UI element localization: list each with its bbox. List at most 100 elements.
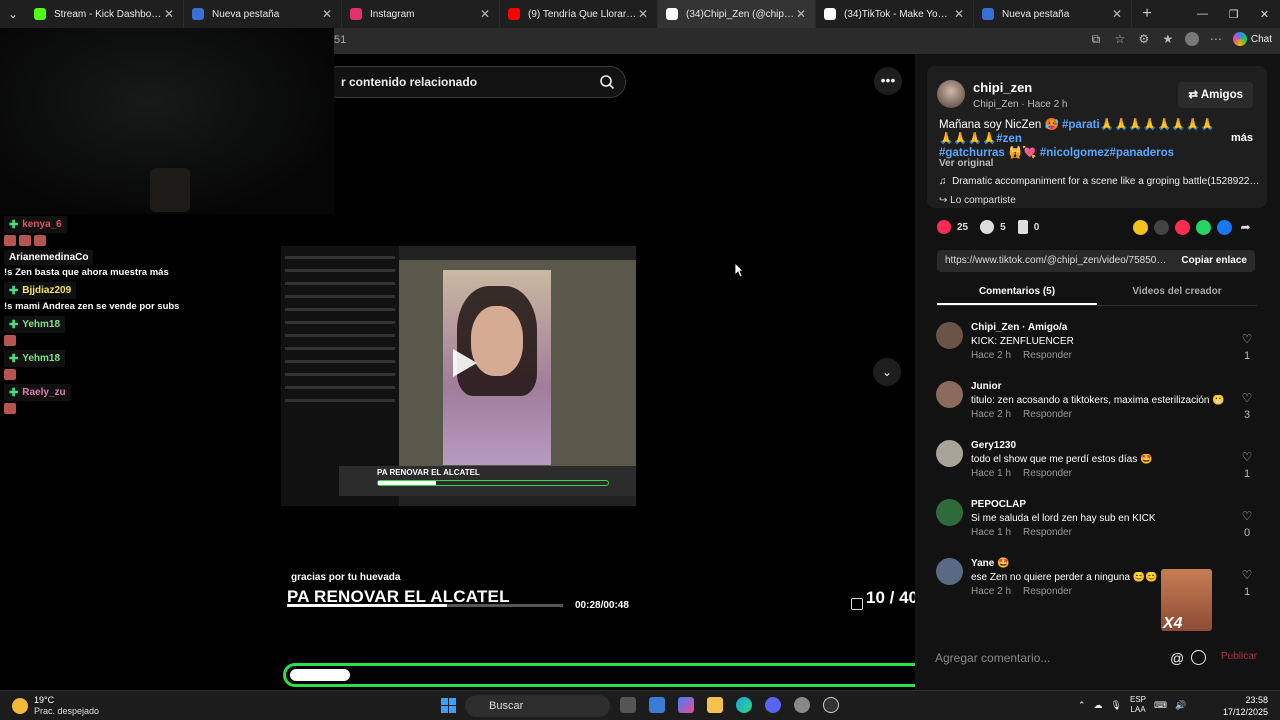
close-tab-icon[interactable]: ✕ xyxy=(321,7,333,21)
mention-icon[interactable]: @ xyxy=(1170,650,1184,666)
like-stat[interactable]: 25 xyxy=(937,220,968,234)
weather-widget[interactable]: 19°C Prac. despejado xyxy=(12,695,99,717)
address-text[interactable]: 51 xyxy=(334,34,346,46)
embed-icon[interactable] xyxy=(1154,220,1169,235)
windows-start-icon[interactable] xyxy=(441,698,456,713)
tab-title[interactable]: (34)Chipi_Zen (@chipi_zen) | TikTok xyxy=(686,9,795,20)
close-tab-icon[interactable]: ✕ xyxy=(1111,7,1123,21)
browser-tab[interactable]: Nueva pestaña ✕ xyxy=(974,0,1132,28)
favorites-icon[interactable]: ★ xyxy=(1161,32,1175,46)
comment-like-icon[interactable]: ♡ xyxy=(1240,568,1254,582)
comment-stat[interactable]: 5 xyxy=(980,220,1006,234)
chat-username-tag[interactable]: ✚ kenya_6 xyxy=(4,216,67,233)
more-text-link[interactable]: más xyxy=(1231,132,1253,144)
play-icon[interactable] xyxy=(443,344,481,382)
heart-icon[interactable] xyxy=(937,220,951,234)
whatsapp-icon[interactable] xyxy=(1196,220,1211,235)
comment-like-icon[interactable]: ♡ xyxy=(1240,332,1254,346)
gift-icon[interactable] xyxy=(1133,220,1148,235)
next-video-button[interactable]: ⌄ xyxy=(873,358,901,386)
tab-comments[interactable]: Comentarios (5) xyxy=(937,282,1097,305)
discord-icon[interactable] xyxy=(765,697,781,713)
more-menu-icon[interactable]: ⋯ xyxy=(1209,32,1223,46)
new-tab-button[interactable]: + xyxy=(1132,5,1162,23)
chat-username-tag[interactable]: ArianemedinaCo xyxy=(4,250,94,265)
publish-button[interactable]: Publicar xyxy=(1221,651,1257,662)
chat-username[interactable]: Yehm18 xyxy=(22,319,60,330)
commenter-avatar[interactable] xyxy=(936,499,963,526)
chat-username[interactable]: ArianemedinaCo xyxy=(9,252,88,263)
chat-username[interactable]: kenya_6 xyxy=(22,219,61,230)
close-tab-icon[interactable]: ✕ xyxy=(479,7,491,21)
share-link-text[interactable]: https://www.tiktok.com/@chipi_zen/video/… xyxy=(945,255,1167,266)
chat-username[interactable]: Bjjdiaz209 xyxy=(22,285,71,296)
more-options-button[interactable]: ••• xyxy=(874,67,902,95)
volume-icon[interactable] xyxy=(851,598,863,610)
close-tab-icon[interactable]: ✕ xyxy=(953,7,965,21)
taskbar-search[interactable]: Buscar xyxy=(465,695,610,717)
settings-icon[interactable] xyxy=(794,697,810,713)
video-seek-bar[interactable] xyxy=(287,604,563,607)
related-search-box[interactable]: r contenido relacionado xyxy=(322,66,626,98)
tab-actions-menu-icon[interactable]: ⌄ xyxy=(0,0,26,28)
copy-link-button[interactable]: Copiar enlace xyxy=(1181,255,1247,266)
commenter-name[interactable]: PEPOCLAP xyxy=(971,499,1026,510)
commenter-name[interactable]: Yane 🤩 xyxy=(971,558,1010,569)
chat-username-tag[interactable]: ✚ Yehm18 xyxy=(4,316,66,333)
search-icon[interactable] xyxy=(599,74,615,90)
language-indicator[interactable]: ESP LAA xyxy=(1130,695,1146,715)
reply-button[interactable]: Responder xyxy=(1023,468,1072,479)
reply-button[interactable]: Responder xyxy=(1023,527,1072,538)
share-link-box[interactable]: https://www.tiktok.com/@chipi_zen/video/… xyxy=(937,250,1255,272)
search-text[interactable]: r contenido relacionado xyxy=(341,75,477,89)
commenter-name[interactable]: Junior xyxy=(971,381,1002,392)
video-frame[interactable]: PA RENOVAR EL ALCATEL xyxy=(281,246,636,506)
emoji-icon[interactable] xyxy=(1191,650,1206,665)
close-tab-icon[interactable]: ✕ xyxy=(795,7,807,21)
profile-avatar-icon[interactable] xyxy=(1184,32,1199,46)
chat-username-tag[interactable]: ✚ Raely_zu xyxy=(4,384,71,401)
hashtags-line2b[interactable]: #nicolgomez#panaderos xyxy=(1040,147,1174,159)
copilot-chat-button[interactable]: Chat xyxy=(1232,32,1272,46)
commenter-avatar[interactable] xyxy=(936,440,963,467)
taskbar-search-label[interactable]: Buscar xyxy=(489,700,523,712)
copilot-app-icon[interactable] xyxy=(678,697,694,713)
commenter-name[interactable]: Gery1230 xyxy=(971,440,1016,451)
facebook-icon[interactable] xyxy=(1217,220,1232,235)
comment-icon[interactable] xyxy=(980,220,995,234)
commenter-avatar[interactable] xyxy=(936,558,963,585)
save-stat[interactable]: 0 xyxy=(1017,220,1039,234)
obs-icon[interactable] xyxy=(823,697,839,713)
browser-tab[interactable]: (34)Chipi_Zen (@chipi_zen) | TikTok✕ xyxy=(658,0,816,28)
restore-icon[interactable]: ❐ xyxy=(1218,8,1249,21)
tab-title[interactable]: (34)TikTok - Make Your Day xyxy=(844,9,953,20)
onedrive-icon[interactable]: ☁ xyxy=(1094,700,1103,711)
browser-tab[interactable]: (34)TikTok - Make Your Day✕ xyxy=(816,0,974,28)
tab-title[interactable]: Stream - Kick Dashboard xyxy=(54,9,163,20)
reply-button[interactable]: Responder xyxy=(1023,409,1072,420)
view-original-link[interactable]: Ver original xyxy=(939,158,993,169)
tab-title[interactable]: (9) Tendría Que Llorar por Ti xyxy=(528,9,637,20)
chat-username[interactable]: Yehm18 xyxy=(22,353,60,364)
music-info[interactable]: ♫ Dramatic accompaniment for a scene lik… xyxy=(939,176,1261,187)
minimize-icon[interactable]: — xyxy=(1187,8,1218,21)
reply-button[interactable]: Responder xyxy=(1023,586,1072,597)
chat-username-tag[interactable]: ✚ Yehm18 xyxy=(4,350,66,367)
creator-avatar[interactable] xyxy=(937,80,965,108)
commenter-name[interactable]: Chipi_Zen · Amigo/a xyxy=(971,322,1067,333)
mic-icon[interactable]: 🎙 xyxy=(1111,700,1122,711)
chat-username-tag[interactable]: ✚ Bjjdiaz209 xyxy=(4,282,77,299)
bookmark-icon[interactable] xyxy=(1017,220,1028,234)
browser-tab[interactable]: Stream - Kick Dashboard ✕ xyxy=(26,0,184,28)
creator-username[interactable]: chipi_zen xyxy=(973,80,1032,95)
tray-chevron-icon[interactable]: ⌃ xyxy=(1078,700,1086,711)
music-title[interactable]: Dramatic accompaniment for a scene like … xyxy=(952,176,1261,187)
network-icon[interactable]: ⌨ xyxy=(1154,700,1167,711)
comment-like-icon[interactable]: ♡ xyxy=(1240,391,1254,405)
tab-title[interactable]: Nueva pestaña xyxy=(1002,9,1111,20)
close-window-icon[interactable]: ✕ xyxy=(1249,8,1280,21)
task-view-icon[interactable] xyxy=(620,697,636,713)
comment-like-icon[interactable]: ♡ xyxy=(1240,450,1254,464)
volume-tray-icon[interactable]: 🔊 xyxy=(1175,700,1186,711)
close-tab-icon[interactable]: ✕ xyxy=(637,7,649,21)
